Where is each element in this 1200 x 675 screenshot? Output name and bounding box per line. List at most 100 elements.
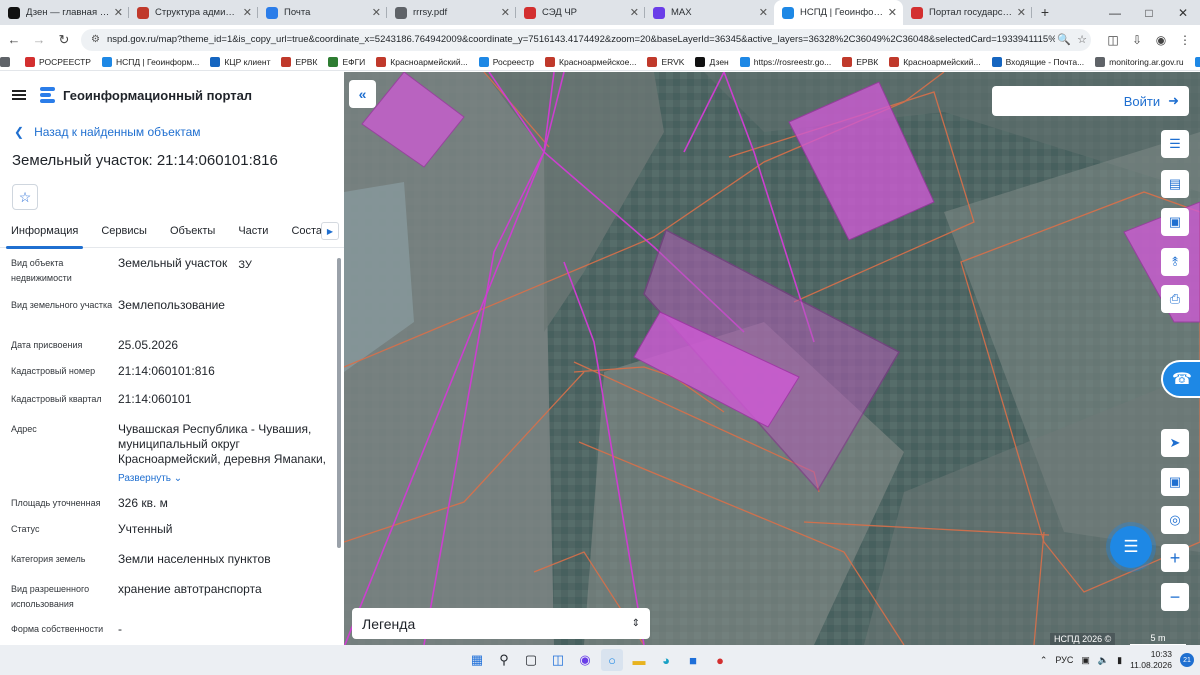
close-tab-icon[interactable]: ✕ xyxy=(1017,6,1026,19)
browser-tab[interactable]: Почта ✕ xyxy=(258,0,387,25)
zoom-icon[interactable]: 🔍 xyxy=(1055,33,1073,46)
bookmark-item[interactable]: ЕФГИ xyxy=(328,57,365,67)
attribute-row: Адрес Чувашская Республика - Чувашия, мун… xyxy=(11,422,328,486)
browser-tab[interactable]: MAX ✕ xyxy=(645,0,774,25)
file-explorer-icon[interactable]: ▬ xyxy=(628,649,650,671)
task-view-icon[interactable]: ▢ xyxy=(520,649,542,671)
tray-chevron-up-icon[interactable]: ⌃ xyxy=(1040,655,1048,666)
bookmark-item[interactable]: Красноармейский... xyxy=(376,57,468,67)
portal: Геоинформационный портал ❮ Назад к найде… xyxy=(0,72,1200,645)
attribute-value-text: 21:14:060101 xyxy=(118,392,192,406)
bookmark-item[interactable]: НСПД | Геоинформ... xyxy=(101,57,199,67)
browser-tab[interactable]: Структура администраци ✕ xyxy=(129,0,258,25)
notification-badge[interactable]: 21 xyxy=(1180,653,1194,667)
geolocation-icon[interactable]: ➤ xyxy=(1161,429,1189,457)
browser-tab-title: Портал государственны xyxy=(929,7,1013,18)
close-tab-icon[interactable]: ✕ xyxy=(243,6,252,19)
login-button[interactable]: Войти ➜ xyxy=(992,86,1189,116)
attribute-row: Форма собственности - xyxy=(11,622,328,637)
bookmark-item[interactable]: ЕРВК xyxy=(281,57,317,67)
close-window-icon[interactable]: ✕ xyxy=(1166,6,1200,20)
favorite-star-icon[interactable]: ☆ xyxy=(12,184,38,210)
browser-taskbar-icon[interactable]: ○ xyxy=(601,649,623,671)
extensions-icon[interactable]: ◫ xyxy=(1101,33,1125,47)
search-icon[interactable]: ⚲ xyxy=(493,649,515,671)
bookmark-item[interactable]: НСПД xyxy=(1194,57,1200,67)
bookmark-item[interactable]: monitoring.ar.gov.ru xyxy=(1095,57,1184,67)
close-tab-icon[interactable]: ✕ xyxy=(501,6,510,19)
clock[interactable]: 10:33 11.08.2026 xyxy=(1130,649,1172,671)
bookmark-item[interactable]: ЕРВК xyxy=(842,57,878,67)
bookmark-item[interactable]: Красноармейский... xyxy=(889,57,981,67)
layers-icon[interactable]: ☰ xyxy=(1161,130,1189,158)
apps-shortcut[interactable] xyxy=(0,57,14,67)
browser-tab[interactable]: Дзен — главная новостн ✕ xyxy=(0,0,129,25)
map-canvas[interactable] xyxy=(344,72,1200,645)
speaker-icon[interactable]: 🔈 xyxy=(1098,655,1109,666)
battery-icon[interactable]: ▮ xyxy=(1117,655,1122,666)
info-tab[interactable]: Информация xyxy=(5,214,84,249)
yandex-browser-icon[interactable]: ● xyxy=(709,649,731,671)
store-icon[interactable]: ■ xyxy=(682,649,704,671)
bookmark-item[interactable]: https://rosreestr.go... xyxy=(739,57,831,67)
tabs-scroll-right-icon[interactable]: ▶ xyxy=(321,222,339,240)
select-area-icon[interactable]: ▣ xyxy=(1161,208,1189,236)
url-field[interactable]: ⚙ nspd.gov.ru/map?theme_id=1&is_copy_url… xyxy=(81,28,1091,51)
ruler-icon[interactable]: ▤ xyxy=(1161,170,1189,198)
language-indicator[interactable]: РУС xyxy=(1055,655,1073,665)
bookmark-star-icon[interactable]: ☆ xyxy=(1073,33,1091,46)
bookmark-item[interactable]: ERVK xyxy=(647,57,684,67)
download-icon[interactable]: ⇩ xyxy=(1125,33,1149,47)
bookmark-item[interactable]: РОСРЕЕСТР xyxy=(25,57,91,67)
minimize-icon[interactable]: — xyxy=(1098,6,1132,20)
zoom-out-icon[interactable]: − xyxy=(1161,583,1189,611)
chat-app-icon[interactable]: ◉ xyxy=(574,649,596,671)
chat-bot-icon[interactable]: ☰ xyxy=(1110,526,1152,568)
zoom-in-icon[interactable]: + xyxy=(1161,544,1189,572)
print-icon[interactable]: ⎙ xyxy=(1161,285,1189,313)
locate-point-icon[interactable]: ◎ xyxy=(1161,506,1189,534)
expand-address-link[interactable]: Развернуть ⌄ xyxy=(118,471,328,486)
collapse-panel-button[interactable]: « xyxy=(349,80,376,108)
browser-tab[interactable]: НСПД | Геоинформаци ✕ xyxy=(774,0,903,25)
browser-menu-icon[interactable]: ⋮ xyxy=(1173,33,1197,47)
reload-icon[interactable]: ↻ xyxy=(53,32,75,48)
attribute-label: Вид объекта недвижимости xyxy=(11,258,72,283)
profile-icon[interactable]: ◉ xyxy=(1149,33,1173,47)
bookmark-item[interactable]: Красноармейское... xyxy=(545,57,636,67)
forward-arrow-icon[interactable]: → xyxy=(28,32,50,47)
back-arrow-icon[interactable]: ← xyxy=(3,32,25,47)
close-tab-icon[interactable]: ✕ xyxy=(630,6,639,19)
close-tab-icon[interactable]: ✕ xyxy=(888,6,897,19)
panel-scrollbar[interactable] xyxy=(337,258,341,548)
widgets-icon[interactable]: ◫ xyxy=(547,649,569,671)
attribute-value: хранение автотранспорта xyxy=(118,582,328,597)
start-icon[interactable]: ▦ xyxy=(466,649,488,671)
support-chat-icon[interactable]: ☎ xyxy=(1161,360,1200,398)
info-tab[interactable]: Сервисы xyxy=(101,214,147,248)
legend-dropdown[interactable]: Легенда ⇕ xyxy=(352,608,650,639)
close-tab-icon[interactable]: ✕ xyxy=(372,6,381,19)
browser-tab[interactable]: СЭД ЧР ✕ xyxy=(516,0,645,25)
bookmark-item[interactable]: Входящие - Почта... xyxy=(991,57,1084,67)
display-icon[interactable]: ▣ xyxy=(1081,655,1090,666)
site-info-icon[interactable]: ⚙ xyxy=(91,34,100,45)
back-to-results-link[interactable]: ❮ Назад к найденным объектам xyxy=(0,118,344,146)
menu-icon[interactable] xyxy=(12,90,26,100)
map-view[interactable]: « Войти ➜ ☰ ▤ ▣ ⥉ ⎙ ☎ ➤ ▣ ◎ ☰ + − Легенд… xyxy=(344,72,1200,645)
portal-header: Геоинформационный портал xyxy=(0,72,344,118)
new-tab-button[interactable]: + xyxy=(1032,0,1058,25)
restore-icon[interactable]: □ xyxy=(1132,6,1166,20)
browser-tab[interactable]: Портал государственны ✕ xyxy=(903,0,1032,25)
basemap-icon[interactable]: ▣ xyxy=(1161,468,1189,496)
bookmark-item[interactable]: КЦР клиент xyxy=(210,57,270,67)
bookmark-item[interactable]: Дзен xyxy=(695,57,729,67)
close-tab-icon[interactable]: ✕ xyxy=(759,6,768,19)
info-tab[interactable]: Части ЗУ xyxy=(238,214,268,271)
bookmark-item[interactable]: Росреестр xyxy=(478,57,534,67)
share-icon[interactable]: ⥉ xyxy=(1161,248,1189,276)
browser-tab[interactable]: rrrsy.pdf ✕ xyxy=(387,0,516,25)
close-tab-icon[interactable]: ✕ xyxy=(114,6,123,19)
info-tab[interactable]: Объекты xyxy=(170,214,215,248)
edge-icon[interactable]: ◕ xyxy=(655,649,677,671)
